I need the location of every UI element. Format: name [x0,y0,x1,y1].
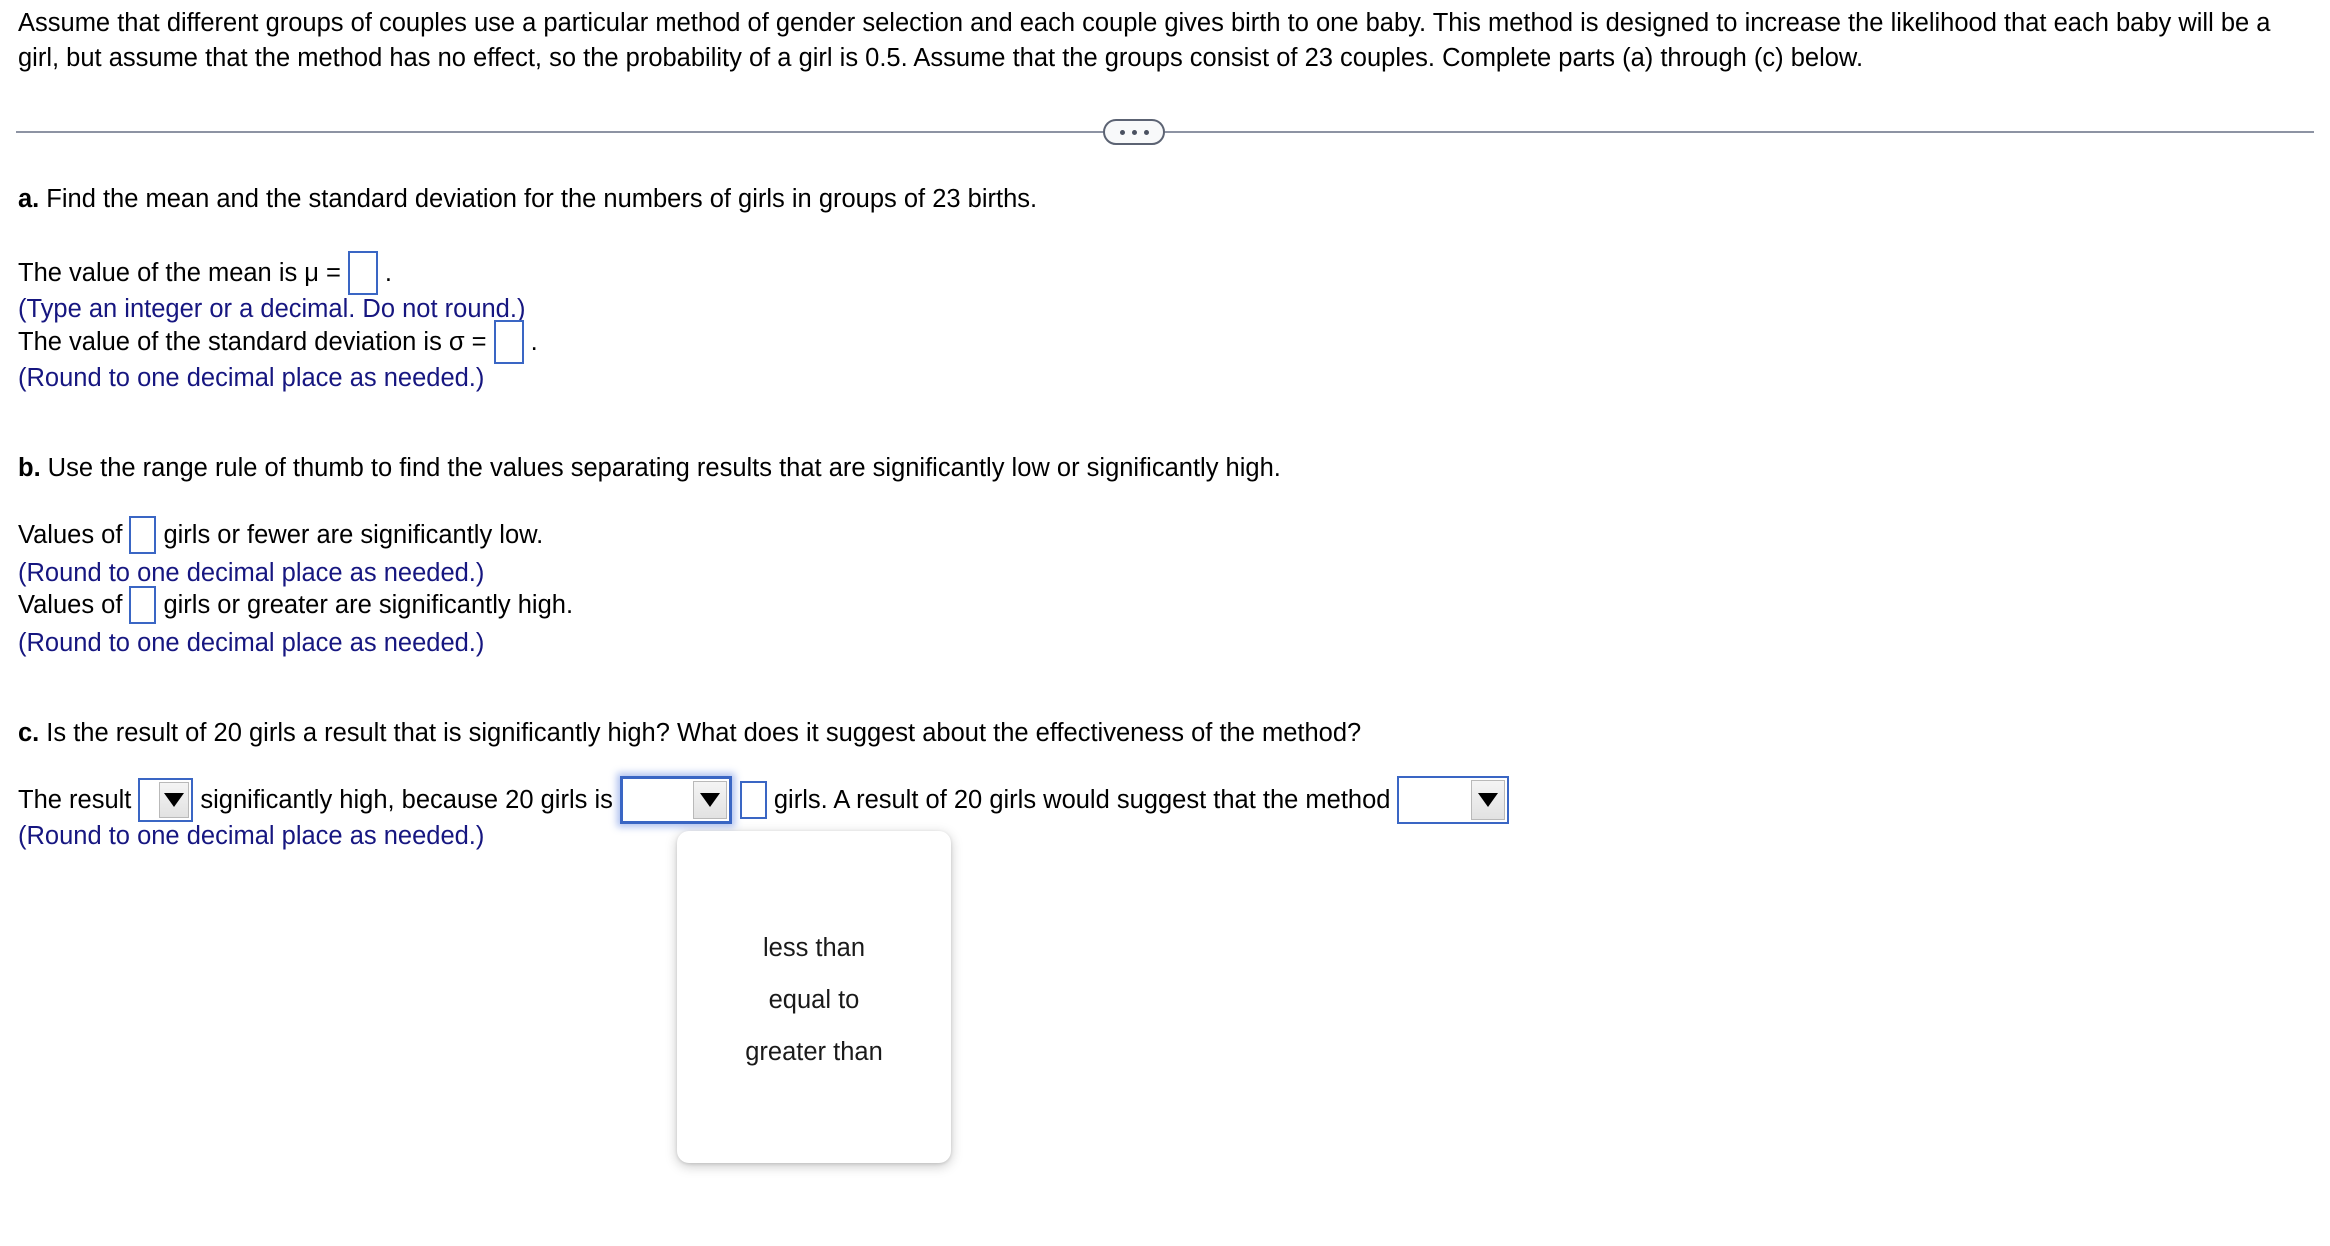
part-c-label: c. [18,719,40,747]
part-b-prompt-text: Use the range rule of thumb to find the … [47,454,1281,482]
sd-input[interactable] [493,320,524,364]
high-prefix-label: Values of [18,591,123,619]
triangle-down-glyph [699,793,720,807]
mean-symbol-label: μ = [304,259,341,287]
ellipsis-dot-3 [1143,129,1149,135]
result-prefix-label: The result [18,786,132,814]
sd-hint: (Round to one decimal place as needed.) [18,364,485,392]
ellipsis-dot-1 [1119,129,1125,135]
mean-answer-row: The value of the mean is μ = . [18,251,392,295]
ellipsis-icon[interactable] [1103,119,1165,145]
result-middle-label: significantly high, because 20 girls is [200,786,613,814]
problem-statement: Assume that different groups of couples … [18,6,2313,76]
sd-answer-row: The value of the standard deviation is σ… [18,320,538,364]
sd-symbol-label: σ = [448,328,487,356]
mean-input[interactable] [347,251,378,295]
part-a-label: a. [18,185,40,213]
chevron-down-icon [692,781,727,819]
mean-period: . [384,259,393,287]
comparison-select[interactable] [619,776,732,824]
part-c-hint: (Round to one decimal place as needed.) [18,822,485,850]
chevron-down-icon [1471,780,1506,820]
dropdown-option-greater-than[interactable]: greater than [677,1038,951,1067]
mean-prefix-label: The value of the mean is [18,259,298,287]
section-divider [0,117,2330,157]
significantly-low-input[interactable] [129,516,157,554]
sd-prefix-label: The value of the standard deviation is [18,328,442,356]
triangle-down-glyph [1478,793,1499,807]
result-tail-label: girls. A result of 20 girls would sugges… [773,786,1391,814]
significantly-low-row: Values of girls or fewer are significant… [18,516,543,554]
part-a-prompt: a. Find the mean and the standard deviat… [18,182,1037,216]
comparison-dropdown-menu[interactable]: less than equal to greater than [677,831,951,1163]
part-c-answer-row: The result significantly high, because 2… [18,776,1510,824]
dropdown-option-less-than[interactable]: less than [677,934,951,963]
method-effectiveness-select[interactable] [1397,776,1510,824]
triangle-down-glyph [164,793,185,807]
low-hint: (Round to one decimal place as needed.) [18,559,485,587]
low-suffix-label: girls or fewer are significantly low. [163,521,544,549]
part-a-prompt-text: Find the mean and the standard deviation… [46,185,1038,213]
part-b-prompt: b. Use the range rule of thumb to find t… [18,451,1281,485]
dropdown-option-equal-to[interactable]: equal to [677,986,951,1015]
sd-period: . [530,328,538,356]
threshold-girls-input[interactable] [739,781,767,819]
divider-line [16,131,2314,133]
low-prefix-label: Values of [18,521,123,549]
ellipsis-dot-2 [1131,129,1137,135]
significantly-high-row: Values of girls or greater are significa… [18,586,573,624]
part-b-label: b. [18,454,41,482]
problem-statement-text: Assume that different groups of couples … [18,9,2271,72]
part-c-prompt: c. Is the result of 20 girls a result th… [18,716,1361,750]
is-significantly-high-select[interactable] [138,778,194,822]
significantly-high-input[interactable] [129,586,157,624]
part-c-prompt-text: Is the result of 20 girls a result that … [46,719,1362,747]
high-suffix-label: girls or greater are significantly high. [163,591,574,619]
chevron-down-icon [159,782,190,818]
high-hint: (Round to one decimal place as needed.) [18,629,485,657]
